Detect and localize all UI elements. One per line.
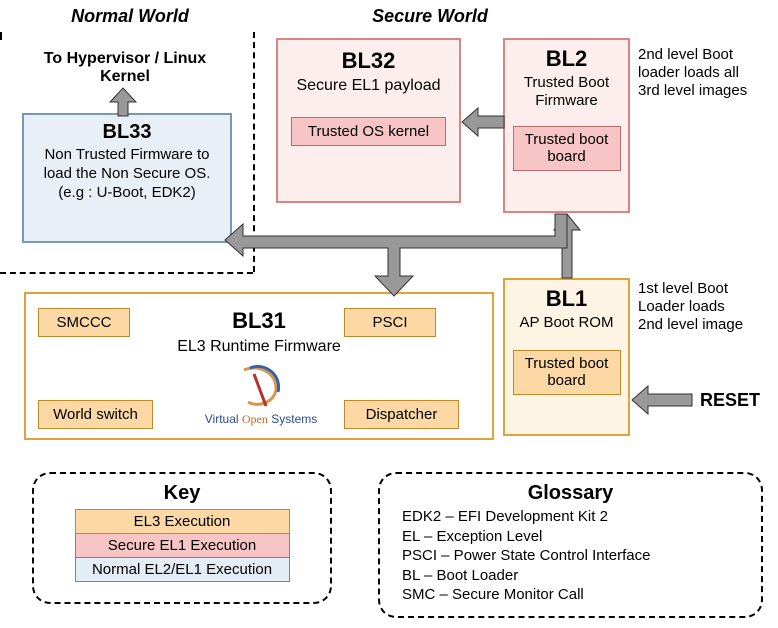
bl31-desc: EL3 Runtime Firmware (26, 338, 492, 356)
bl31-tag-psci: PSCI (344, 308, 436, 337)
glossary-line: BL – Boot Loader (402, 566, 747, 586)
key-secure-el1: Secure EL1 Execution (75, 534, 290, 558)
glossary-line: SMC – Secure Monitor Call (402, 585, 747, 605)
bl1-box: BL1 AP Boot ROM Trusted boot board (503, 278, 630, 436)
key-box: Key EL3 Execution Secure EL1 Execution N… (32, 472, 332, 604)
bl1-trusted-boot-board: Trusted boot board (513, 350, 621, 395)
reset-label: RESET (700, 390, 760, 411)
arrow-bl2-to-bl32 (462, 108, 504, 136)
bl31-logo: Virtual Open Systems (201, 364, 321, 427)
bl33-box: BL33 Non Trusted Firmware to load the No… (22, 113, 232, 243)
bl1-side-label: 1st level Boot Loader loads 2nd level im… (638, 280, 748, 334)
key-el3: EL3 Execution (75, 509, 290, 534)
bl32-title: BL32 (286, 48, 451, 74)
arrow-reset-to-bl1 (632, 386, 692, 414)
boot-flow-diagram: Normal World Secure World To Hypervisor … (0, 0, 778, 628)
bl31-tag-dispatcher: Dispatcher (344, 400, 459, 429)
glossary-box: Glossary EDK2 – EFI Development Kit 2 EL… (378, 472, 763, 618)
arrow-bl2-to-bl33-bl31 (225, 214, 585, 296)
bl33-title: BL33 (30, 121, 224, 144)
key-title: Key (48, 482, 316, 505)
world-divider-horizontal (0, 272, 253, 274)
hypervisor-label: To Hypervisor / Linux Kernel (20, 50, 230, 87)
bl33-desc: Non Trusted Firmware to load the Non Sec… (30, 146, 224, 202)
key-normal-el: Normal EL2/EL1 Execution (75, 558, 290, 582)
glossary-title: Glossary (394, 482, 747, 505)
vos-logo-icon (236, 364, 286, 410)
bl2-title: BL2 (511, 46, 622, 72)
bl1-desc: AP Boot ROM (511, 314, 622, 332)
bl32-box: BL32 Secure EL1 payload Trusted OS kerne… (276, 38, 461, 203)
arrow-bl33-to-hypervisor (108, 88, 138, 116)
bl2-desc: Trusted Boot Firmware (511, 74, 622, 110)
bl32-trusted-os-kernel: Trusted OS kernel (291, 117, 446, 146)
secure-world-label: Secure World (320, 6, 540, 27)
glossary-line: EDK2 – EFI Development Kit 2 (402, 507, 747, 527)
glossary-lines: EDK2 – EFI Development Kit 2 EL – Except… (394, 507, 747, 605)
bl32-desc: Secure EL1 payload (286, 76, 451, 95)
glossary-line: EL – Exception Level (402, 527, 747, 547)
dash-stub-1 (0, 32, 2, 40)
glossary-line: PSCI – Power State Control Interface (402, 546, 747, 566)
normal-world-label: Normal World (40, 6, 220, 27)
bl31-tag-world-switch: World switch (38, 400, 153, 429)
bl31-tag-smccc: SMCCC (38, 308, 130, 337)
bl2-box: BL2 Trusted Boot Firmware Trusted boot b… (503, 38, 630, 213)
bl2-side-label: 2nd level Boot loader loads all 3rd leve… (638, 46, 748, 100)
bl31-box: BL31 EL3 Runtime Firmware SMCCC PSCI Wor… (24, 292, 494, 440)
bl2-trusted-boot-board: Trusted boot board (513, 126, 621, 171)
